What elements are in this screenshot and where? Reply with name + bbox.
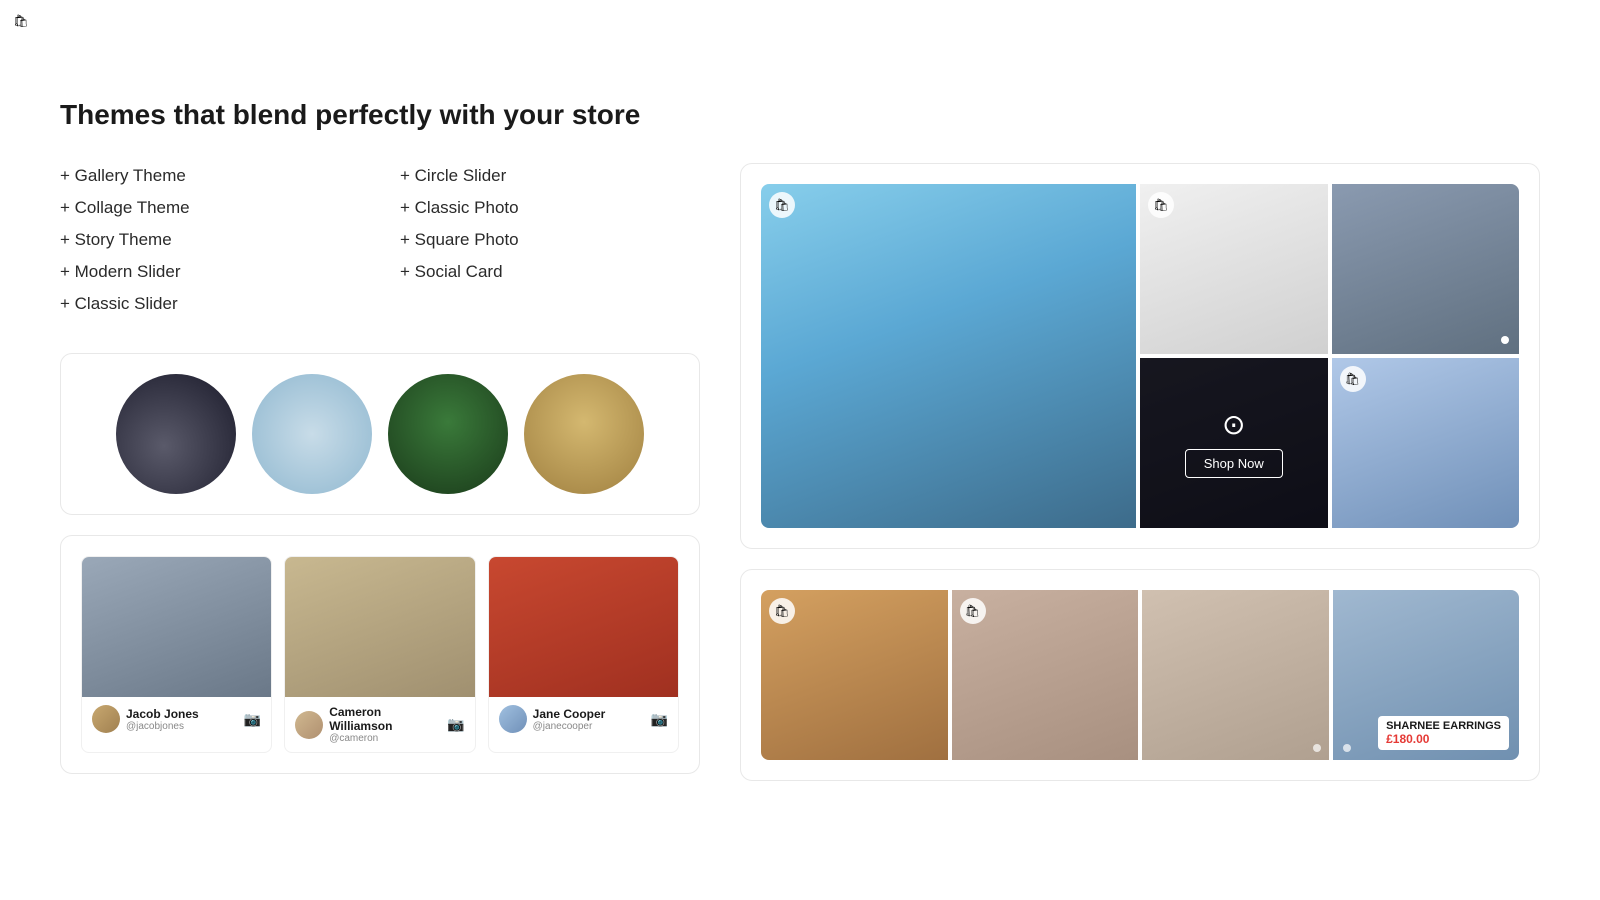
user-info-3: Jane Cooper @janecooper	[533, 707, 606, 732]
theme-item-classic-slider: + Classic Slider	[60, 291, 360, 317]
classic-cart-badge-2: 🛍	[960, 598, 986, 624]
theme-item-modern: + Modern Slider	[60, 259, 360, 285]
gallery-cart-badge-2: 🛍	[1148, 192, 1174, 218]
product-tag: SHARNEE EARRINGS £180.00	[1378, 716, 1509, 750]
gallery-cell-top-right	[1332, 184, 1520, 354]
user-name-3: Jane Cooper	[533, 707, 606, 721]
gallery-cell-bottom-right: 🛍	[1332, 358, 1520, 528]
circle-img-4	[524, 374, 644, 494]
classic-cell-2: 🛍	[952, 590, 1139, 760]
social-card-footer-1: Jacob Jones @jacobjones 📷	[82, 697, 271, 741]
gallery-cell-large: 🛍	[761, 184, 1136, 528]
theme-item-circle: + Circle Slider	[400, 163, 700, 189]
theme-list: + Gallery Theme + Circle Slider + Collag…	[60, 163, 700, 317]
classic-photo-preview-box: 🛍 🛍 SHARNEE EARRINGS £180.00	[740, 569, 1540, 781]
gallery-preview-box: 🛍 🛍 ⊙ Shop Now	[740, 163, 1540, 549]
theme-item-collage: + Collage Theme	[60, 195, 360, 221]
avatar-3	[499, 705, 527, 733]
social-cards-preview: 🛍 Jacob Jones @jacobjones 📷	[60, 535, 700, 774]
shop-now-button[interactable]: Shop Now	[1185, 449, 1283, 478]
gallery-cart-badge-4: 🛍	[1340, 366, 1366, 392]
social-user-1: Jacob Jones @jacobjones	[92, 705, 199, 733]
instagram-icon-3: 📷	[651, 711, 668, 728]
gallery-grid: 🛍 🛍 ⊙ Shop Now	[761, 184, 1519, 528]
classic-cell-1: 🛍	[761, 590, 948, 760]
user-info-2: Cameron Williamson @cameron	[329, 705, 447, 744]
gallery-cell-top-mid: 🛍	[1140, 184, 1328, 354]
social-card-img-2: 🛍	[285, 557, 474, 697]
dot-indicator-3	[1343, 744, 1351, 752]
avatar-2	[295, 711, 323, 739]
avatar-1	[92, 705, 120, 733]
social-card-img-3: 🛍	[489, 557, 678, 697]
right-panel: 🛍 🛍 ⊙ Shop Now	[740, 163, 1540, 801]
shop-now-overlay: ⊙ Shop Now	[1140, 358, 1328, 528]
social-card-footer-3: Jane Cooper @janecooper 📷	[489, 697, 678, 741]
instagram-circle-icon: ⊙	[1222, 408, 1245, 441]
social-user-3: Jane Cooper @janecooper	[499, 705, 606, 733]
circle-img-2	[252, 374, 372, 494]
user-name-1: Jacob Jones	[126, 707, 199, 721]
theme-item-social-card: + Social Card	[400, 259, 700, 285]
social-card-footer-2: Cameron Williamson @cameron 📷	[285, 697, 474, 752]
social-card-3: 🛍 Jane Cooper @janecooper 📷	[488, 556, 679, 753]
circle-img-3	[388, 374, 508, 494]
social-card-2: 🛍 Cameron Williamson @cameron 📷	[284, 556, 475, 753]
classic-cell-4: SHARNEE EARRINGS £180.00	[1333, 590, 1520, 760]
classic-cell-3	[1142, 590, 1329, 760]
theme-item-classic-photo: + Classic Photo	[400, 195, 700, 221]
circle-img-1	[116, 374, 236, 494]
theme-item-square-photo: + Square Photo	[400, 227, 700, 253]
circle-slider-row	[81, 374, 679, 494]
classic-strip: 🛍 🛍 SHARNEE EARRINGS £180.00	[761, 590, 1519, 760]
gallery-cell-shop-now: ⊙ Shop Now	[1140, 358, 1328, 528]
left-panel: + Gallery Theme + Circle Slider + Collag…	[60, 163, 700, 801]
circle-slider-preview	[60, 353, 700, 515]
dot-indicator-1	[1501, 336, 1509, 344]
theme-item-story: + Story Theme	[60, 227, 360, 253]
classic-cart-badge-1: 🛍	[769, 598, 795, 624]
user-handle-1: @jacobjones	[126, 721, 199, 732]
gallery-cart-badge-main: 🛍	[769, 192, 795, 218]
social-cards-row: 🛍 Jacob Jones @jacobjones 📷	[81, 556, 679, 753]
user-handle-2: @cameron	[329, 733, 447, 744]
social-card-1: 🛍 Jacob Jones @jacobjones 📷	[81, 556, 272, 753]
theme-item-gallery: + Gallery Theme	[60, 163, 360, 189]
user-info-1: Jacob Jones @jacobjones	[126, 707, 199, 732]
social-user-2: Cameron Williamson @cameron	[295, 705, 447, 744]
product-name: SHARNEE EARRINGS	[1386, 720, 1501, 732]
product-price: £180.00	[1386, 732, 1501, 746]
dot-indicator-2	[1313, 744, 1321, 752]
user-name-2: Cameron Williamson	[329, 705, 447, 733]
user-handle-3: @janecooper	[533, 721, 606, 732]
instagram-icon-1: 📷	[244, 711, 261, 728]
social-card-img-1: 🛍	[82, 557, 271, 697]
instagram-icon-2: 📷	[447, 716, 464, 733]
page-heading: Themes that blend perfectly with your st…	[60, 99, 1540, 131]
